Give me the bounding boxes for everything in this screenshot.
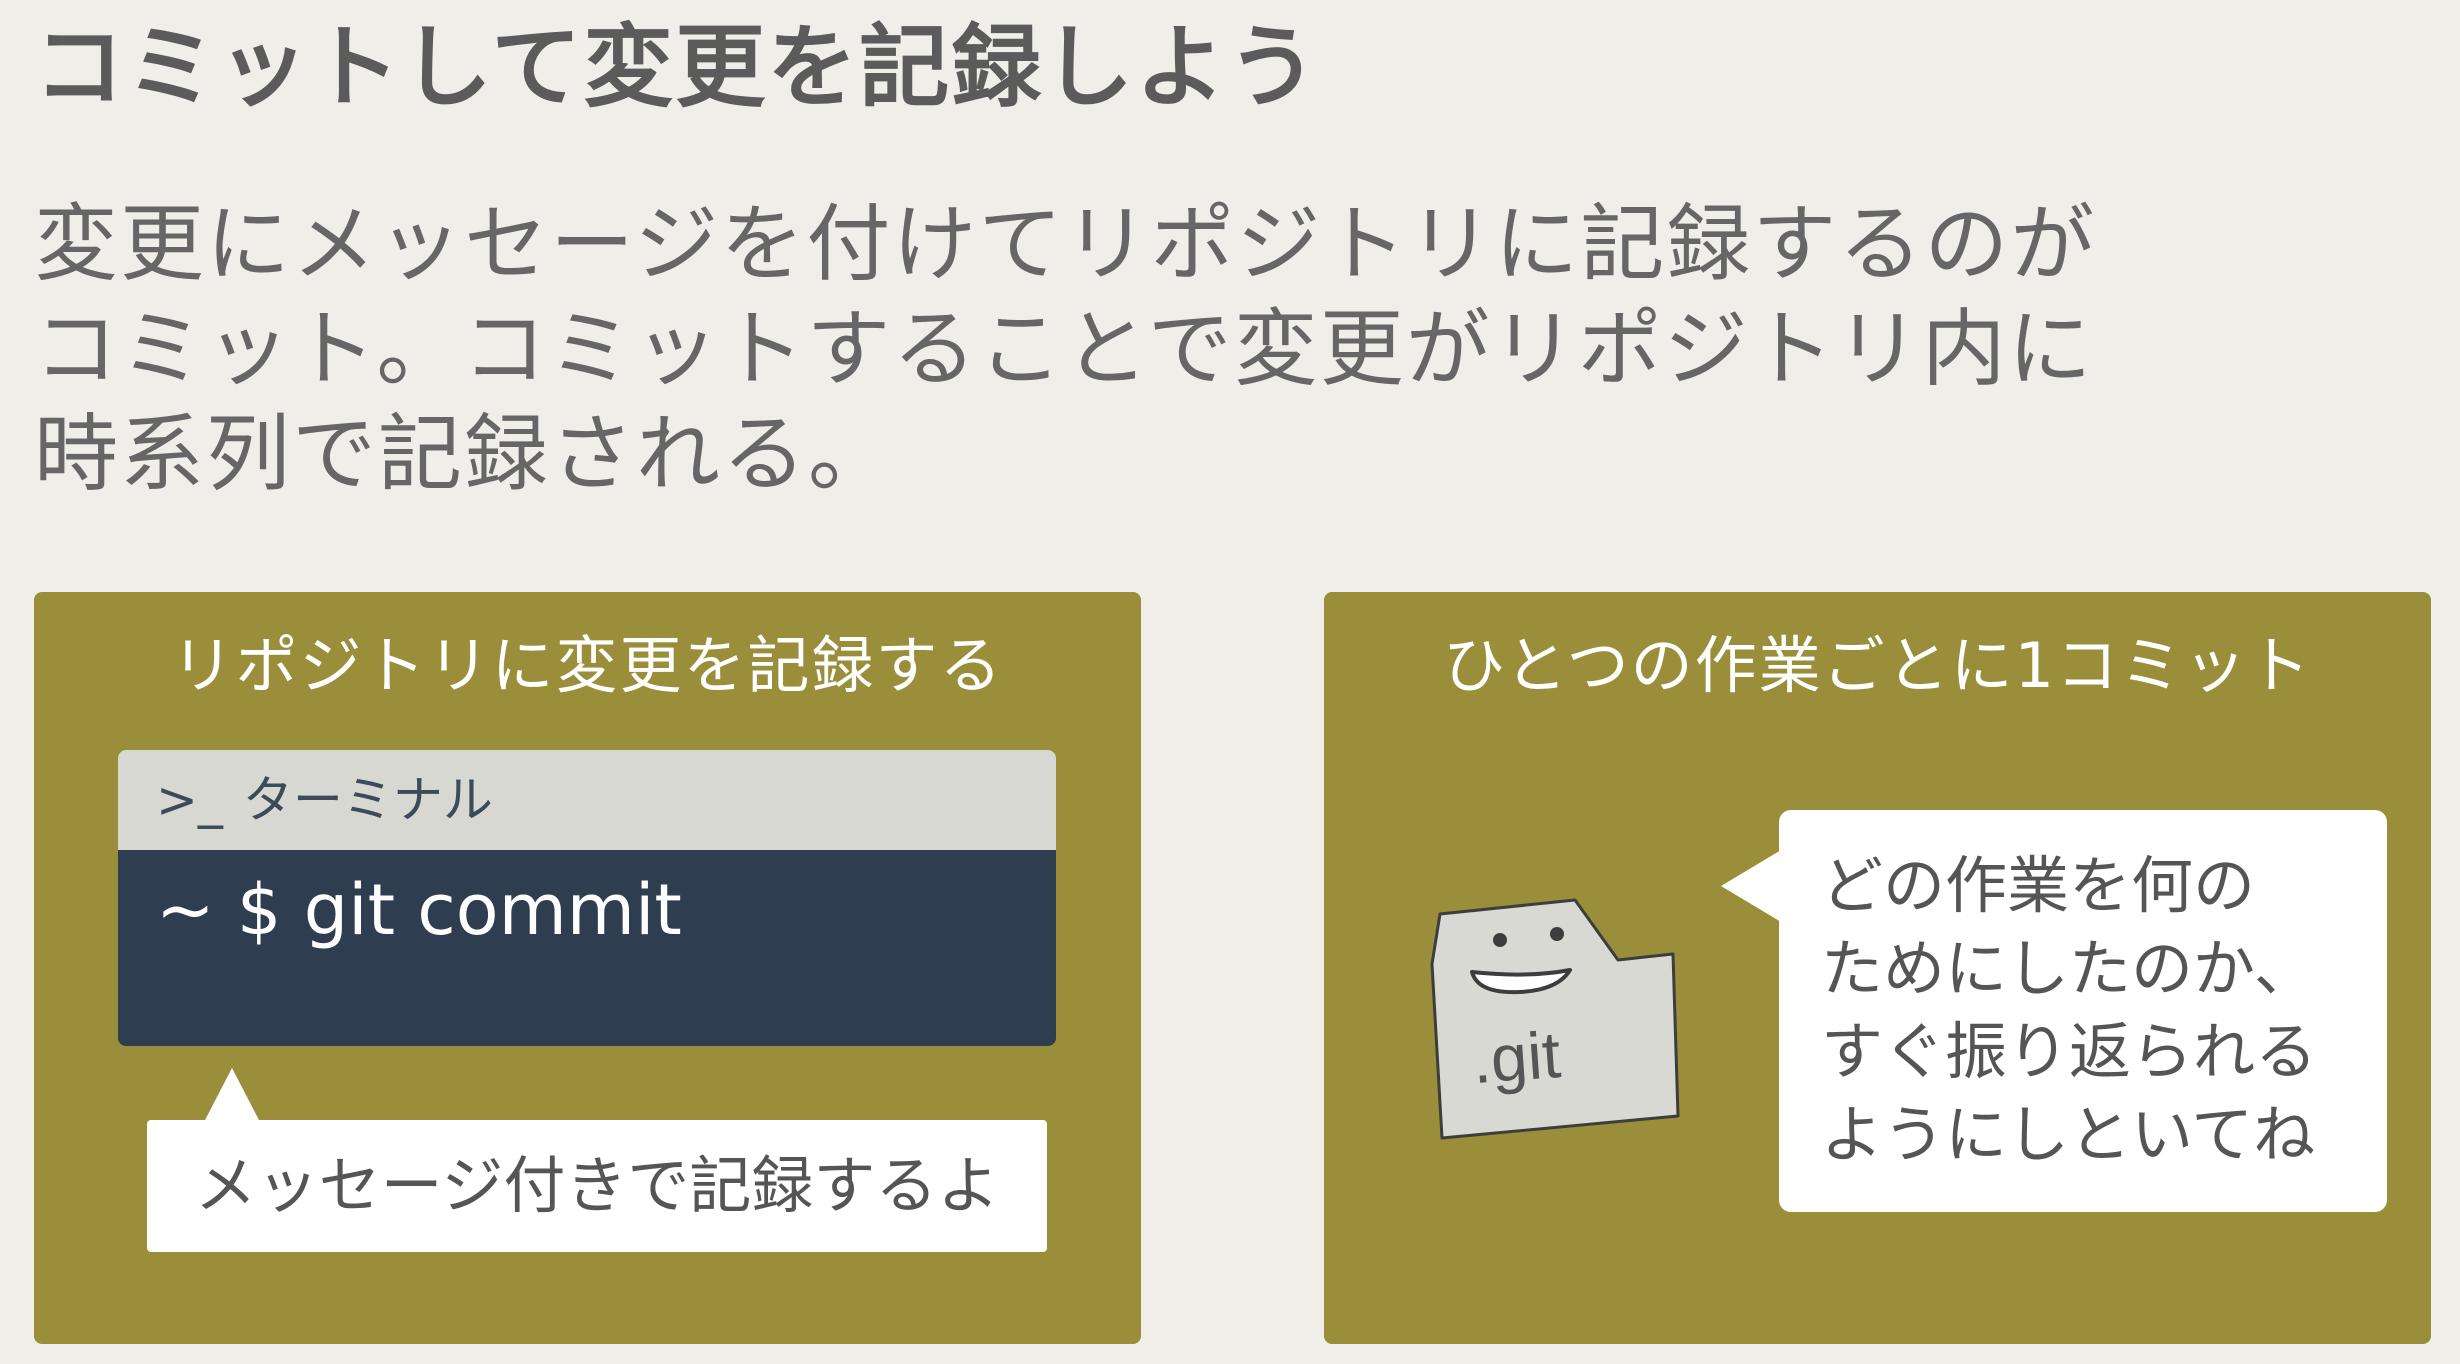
advice-line: すぐ振り返られる [1821,1015,2318,1088]
terminal-command: ~ $ git commit [156,869,682,951]
terminal-title: ターミナル [242,771,493,829]
terminal-window: >_ ターミナル ~ $ git commit [118,750,1056,1046]
left-panel: リポジトリに変更を記録する >_ ターミナル ~ $ git commit メッセ… [34,592,1141,1344]
page-title: コミットして変更を記録しよう [34,15,1320,120]
description: 変更にメッセージを付けてリポジトリに記録するのが コミット。コミットすることで変… [34,192,2096,507]
advice-line: どの作業を何の [1821,849,2256,922]
description-line: 変更にメッセージを付けてリポジトリに記録するのが [34,195,2097,293]
left-panel-heading: リポジトリに変更を記録する [171,629,1004,702]
terminal-titlebar: >_ ターミナル [118,750,1056,850]
callout-tail [1721,850,1781,922]
description-line: コミット。コミットすることで変更がリポジトリ内に [34,300,2094,398]
git-folder-label: .git [1470,1017,1563,1097]
advice-callout: どの作業を何の ためにしたのか、 すぐ振り返られる ようにしといてね [1779,810,2387,1212]
advice-line: ためにしたのか、 [1821,932,2316,1005]
advice-line: ようにしといてね [1821,1098,2316,1171]
right-panel-heading: ひとつの作業ごとに1コミット [1442,629,2313,702]
message-callout-text: メッセージ付きで記録するよ [194,1149,1000,1222]
callout-tail [204,1068,260,1122]
terminal-prompt-icon: >_ [156,771,223,829]
message-callout: メッセージ付きで記録するよ [147,1120,1047,1252]
description-line: 時系列で記録される。 [34,405,895,503]
advice-callout-text: どの作業を何の ためにしたのか、 すぐ振り返られる ようにしといてね [1821,844,2317,1176]
right-panel: ひとつの作業ごとに1コミット .git どの作業を何の ためにしたのか、 すぐ振… [1324,592,2431,1344]
git-folder-icon: .git [1430,898,1680,1140]
